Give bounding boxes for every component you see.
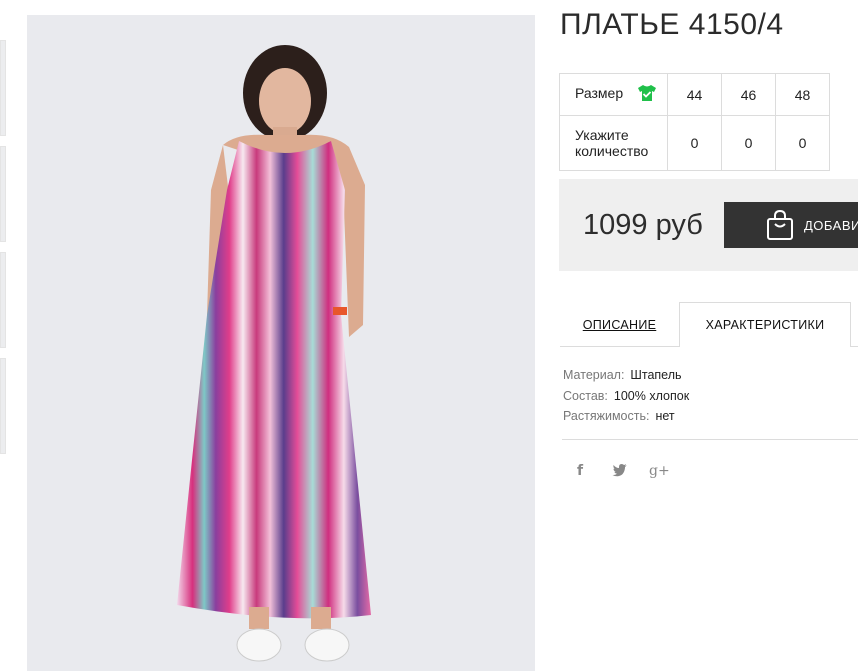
- spec-row-composition: Состав: 100% хлопок: [563, 386, 689, 407]
- purchase-box: 1099 руб ДОБАВИТЬ: [559, 179, 858, 271]
- quantity-row: Укажите количество 0 0 0: [559, 115, 830, 171]
- quantity-label: Укажите количество: [559, 115, 668, 171]
- size-option-44[interactable]: 44: [667, 73, 722, 116]
- size-option-46[interactable]: 46: [721, 73, 776, 116]
- tab-characteristics[interactable]: ХАРАКТЕРИСТИКИ: [679, 302, 851, 347]
- size-quantity-table: Размер 44 46 48 Укажите количество 0 0 0: [559, 73, 830, 171]
- size-label: Размер: [575, 85, 624, 102]
- tab-description[interactable]: ОПИСАНИЕ: [560, 302, 679, 347]
- product-photo[interactable]: [27, 15, 535, 671]
- thumbnail-3[interactable]: [0, 252, 6, 348]
- shopping-bag-icon: [765, 209, 795, 246]
- tshirt-check-icon[interactable]: [637, 84, 657, 105]
- spec-key: Состав:: [563, 388, 608, 403]
- spec-value: нет: [655, 409, 675, 423]
- spec-value: 100% хлопок: [613, 388, 690, 403]
- characteristics-list: Материал: Штапель Состав: 100% хлопок Раст…: [563, 365, 689, 427]
- spec-key: Растяжимость:: [563, 409, 650, 423]
- size-option-48[interactable]: 48: [775, 73, 830, 116]
- twitter-icon[interactable]: [612, 463, 628, 480]
- spec-value: Штапель: [630, 368, 682, 382]
- spec-row-stretch: Растяжимость: нет: [563, 406, 689, 427]
- price: 1099 руб: [583, 209, 703, 241]
- facebook-icon[interactable]: f: [577, 463, 583, 479]
- thumbnail-4[interactable]: [0, 358, 6, 454]
- add-to-cart-button[interactable]: ДОБАВИТЬ: [724, 202, 858, 248]
- spec-key: Материал:: [563, 368, 625, 382]
- size-label-cell: Размер: [559, 73, 668, 116]
- google-plus-icon[interactable]: g+: [649, 463, 670, 479]
- tab-divider: [851, 346, 858, 347]
- spec-row-material: Материал: Штапель: [563, 365, 689, 386]
- product-tabs: ОПИСАНИЕ ХАРАКТЕРИСТИКИ: [560, 302, 858, 347]
- thumbnail-2[interactable]: [0, 146, 6, 242]
- product-title: ПЛАТЬЕ 4150/4: [560, 8, 784, 41]
- section-divider: [562, 439, 858, 440]
- quantity-input-44[interactable]: 0: [667, 115, 722, 171]
- quantity-input-46[interactable]: 0: [721, 115, 776, 171]
- thumbnail-1[interactable]: [0, 40, 6, 136]
- quantity-input-48[interactable]: 0: [775, 115, 830, 171]
- add-to-cart-label: ДОБАВИТЬ: [804, 218, 858, 233]
- tab-divider: [560, 346, 679, 347]
- size-row: Размер 44 46 48: [559, 73, 830, 116]
